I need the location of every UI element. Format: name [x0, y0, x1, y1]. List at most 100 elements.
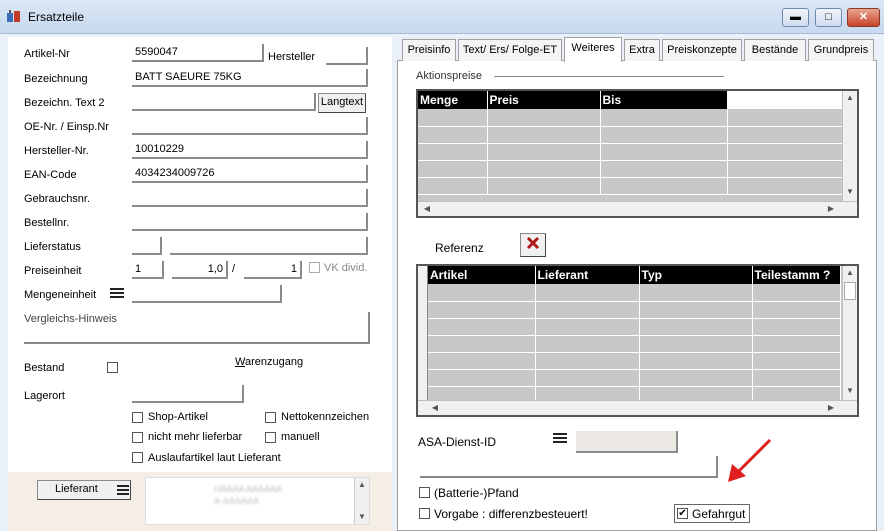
- gefahrgut-label: Gefahrgut: [692, 507, 746, 521]
- minimize-icon: ▬: [790, 11, 801, 23]
- asa-text-field[interactable]: [420, 456, 718, 478]
- batterie-pfand-label: (Batterie-)Pfand: [434, 486, 519, 500]
- column-header-bis[interactable]: Bis: [600, 91, 728, 109]
- column-header-preis[interactable]: Preis: [487, 91, 601, 109]
- table-row[interactable]: [428, 301, 841, 319]
- scroll-down-icon[interactable]: ▼: [843, 185, 857, 199]
- table-row[interactable]: [418, 160, 843, 178]
- asa-list-icon[interactable]: [553, 432, 567, 444]
- referenz-vscroll[interactable]: ▲ ▼: [842, 266, 857, 400]
- auslauf-checkbox[interactable]: [132, 452, 143, 463]
- scroll-right-icon[interactable]: ▶: [824, 202, 838, 216]
- scroll-left-icon[interactable]: ◀: [420, 202, 434, 216]
- tab-grundpreis[interactable]: Grundpreis: [808, 39, 874, 61]
- shop-artikel-checkbox[interactable]: [132, 412, 143, 423]
- scroll-left-icon[interactable]: ◀: [428, 401, 442, 415]
- table-row[interactable]: [428, 335, 841, 353]
- lieferant-display: HAAAA AAAAAA A-AAAAAA ▲ ▼: [145, 477, 370, 525]
- bestand-checkbox[interactable]: [107, 362, 118, 373]
- scroll-up-icon[interactable]: ▲: [355, 478, 369, 492]
- bezeichnung-field[interactable]: BATT SAEURE 75KG: [132, 69, 368, 87]
- aktionspreise-hscroll[interactable]: ◀ ▶: [418, 201, 857, 216]
- lieferant-button-label: Lieferant: [55, 483, 98, 495]
- asa-dienst-id-field[interactable]: [576, 431, 678, 453]
- window-title: Ersatzteile: [28, 10, 85, 24]
- table-row[interactable]: [418, 143, 843, 161]
- referenz-label: Referenz: [435, 241, 484, 255]
- column-header-typ[interactable]: Typ: [639, 266, 753, 284]
- table-row[interactable]: [428, 318, 841, 336]
- scroll-up-icon[interactable]: ▲: [843, 266, 857, 280]
- bezeichn-text2-field[interactable]: [132, 93, 316, 111]
- tab-preisinfo[interactable]: Preisinfo: [402, 39, 456, 61]
- gebrauchsnr-field[interactable]: [132, 189, 368, 207]
- list-icon[interactable]: [110, 287, 124, 299]
- langtext-button[interactable]: Langtext: [318, 93, 366, 113]
- hersteller-nr-label: Hersteller-Nr.: [24, 145, 89, 157]
- scroll-right-icon[interactable]: ▶: [824, 401, 838, 415]
- gebrauchsnr-label: Gebrauchsnr.: [24, 193, 91, 205]
- oe-nr-field[interactable]: [132, 117, 368, 135]
- nettokennzeichen-checkbox[interactable]: [265, 412, 276, 423]
- nicht-lieferbar-checkbox[interactable]: [132, 432, 143, 443]
- column-header-artikel[interactable]: Artikel: [428, 266, 536, 284]
- bestand-label: Bestand: [24, 362, 65, 374]
- lieferstatus-code-field[interactable]: [132, 237, 162, 255]
- vergleichs-hinweis-field[interactable]: [24, 312, 370, 344]
- ean-field[interactable]: 4034234009726: [132, 165, 368, 183]
- lagerort-field[interactable]: [132, 385, 244, 403]
- table-row[interactable]: [428, 352, 841, 370]
- preiseinheit-slash: /: [232, 263, 236, 275]
- hersteller-nr-field[interactable]: 10010229: [132, 141, 368, 159]
- red-arrow-icon: [728, 438, 772, 482]
- minimize-button[interactable]: ▬: [782, 8, 809, 27]
- warenzugang-button[interactable]: Warenzugang: [235, 356, 303, 368]
- manuell-checkbox[interactable]: [265, 432, 276, 443]
- preiseinheit-field-3[interactable]: 1: [244, 261, 302, 279]
- artikel-nr-field[interactable]: 5590047: [132, 44, 264, 62]
- referenz-grid[interactable]: Artikel Lieferant Typ Teilestamm ? ▲ ▼ ◀…: [416, 264, 859, 417]
- tab-preiskonzepte[interactable]: Preiskonzepte: [662, 39, 742, 61]
- tab-weiteres[interactable]: Weiteres: [564, 37, 622, 62]
- scroll-down-icon[interactable]: ▼: [843, 384, 857, 398]
- bezeichnung-label: Bezeichnung: [24, 73, 88, 85]
- table-row[interactable]: [418, 177, 843, 195]
- column-header-lieferant[interactable]: Lieferant: [535, 266, 640, 284]
- table-row[interactable]: [418, 126, 843, 144]
- close-button[interactable]: ✕: [847, 8, 880, 27]
- aktionspreise-vscroll[interactable]: ▲ ▼: [842, 91, 857, 201]
- hersteller-field[interactable]: [326, 47, 368, 65]
- vorgabe-checkbox[interactable]: [419, 508, 430, 519]
- table-row[interactable]: [418, 109, 843, 127]
- vk-divid-checkbox[interactable]: [309, 262, 320, 273]
- gefahrgut-checkbox[interactable]: ✔: [677, 508, 688, 519]
- column-header-menge[interactable]: Menge: [418, 91, 488, 109]
- tab-extra[interactable]: Extra: [624, 39, 660, 61]
- batterie-pfand-checkbox[interactable]: [419, 487, 430, 498]
- lieferant-button[interactable]: Lieferant: [37, 480, 131, 500]
- referenz-hscroll[interactable]: ◀ ▶: [418, 400, 857, 415]
- scroll-thumb[interactable]: [844, 282, 856, 300]
- preiseinheit-field-2[interactable]: 1,0: [172, 261, 228, 279]
- nettokennzeichen-label: Nettokennzeichen: [281, 411, 370, 423]
- bezeichn-text2-label: Bezeichn. Text 2: [24, 97, 105, 109]
- aktionspreise-label: Aktionspreise: [416, 70, 483, 82]
- mengeneinheit-field[interactable]: [132, 285, 282, 303]
- scroll-down-icon[interactable]: ▼: [355, 510, 369, 524]
- column-header-teilestamm[interactable]: Teilestamm ?: [752, 266, 841, 284]
- mengeneinheit-label: Mengeneinheit: [24, 289, 97, 301]
- lieferant-scrollbar[interactable]: ▲ ▼: [354, 478, 369, 524]
- lieferstatus-text-field[interactable]: [170, 237, 368, 255]
- checkmark-icon: ✔: [678, 508, 687, 519]
- table-row[interactable]: [428, 284, 841, 302]
- maximize-button[interactable]: □: [815, 8, 842, 27]
- bestellnr-field[interactable]: [132, 213, 368, 231]
- preiseinheit-field-1[interactable]: 1: [132, 261, 164, 279]
- tab-bestaende[interactable]: Bestände: [744, 39, 806, 61]
- referenz-delete-button[interactable]: [520, 233, 546, 257]
- table-row[interactable]: [428, 369, 841, 387]
- tab-text-ers-folge[interactable]: Text/ Ers/ Folge-ET: [458, 39, 562, 61]
- scroll-up-icon[interactable]: ▲: [843, 91, 857, 105]
- aktionspreise-grid[interactable]: Menge Preis Bis ▲ ▼ ◀ ▶: [416, 89, 859, 218]
- row-selector-column[interactable]: [418, 266, 428, 400]
